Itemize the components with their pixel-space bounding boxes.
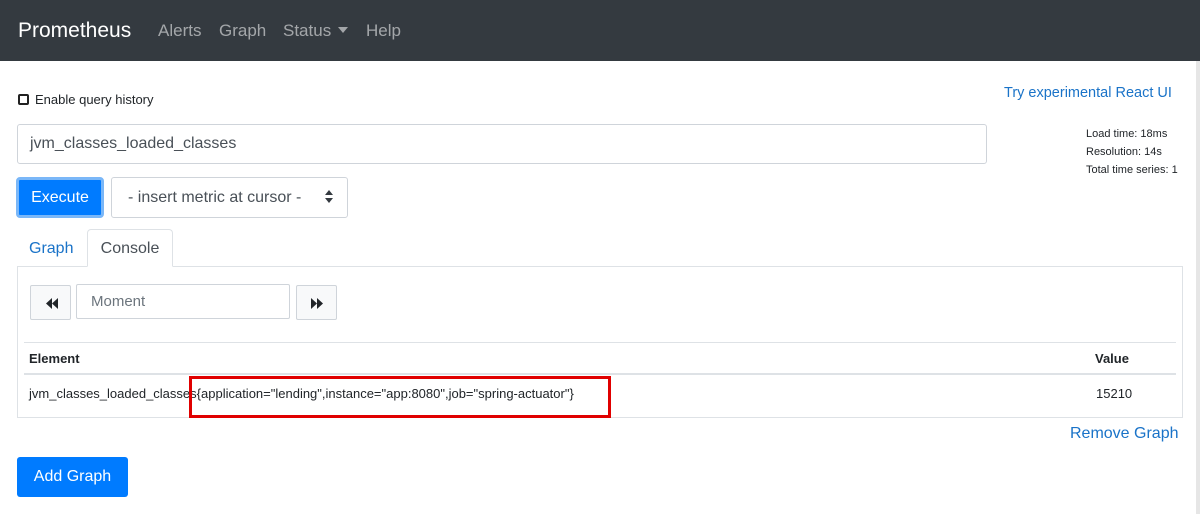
header-value: Value [1095, 351, 1129, 366]
add-graph-button[interactable]: Add Graph [17, 457, 128, 497]
react-ui-link[interactable]: Try experimental React UI [1004, 84, 1172, 102]
header-element: Element [29, 351, 80, 366]
load-time: Load time: 18ms [1086, 128, 1168, 140]
insert-metric-select[interactable]: - insert metric at cursor - [111, 177, 348, 218]
moment-input[interactable]: Moment [76, 284, 290, 319]
insert-metric-select-value: - insert metric at cursor - [128, 189, 302, 206]
query-stats: Load time: 18ms Resolution: 14s Total ti… [1086, 125, 1178, 179]
nav-alerts[interactable]: Alerts [158, 21, 201, 41]
moment-forward-button[interactable] [296, 285, 337, 320]
select-arrows-icon [324, 190, 334, 206]
expression-input[interactable]: jvm_classes_loaded_classes [17, 124, 987, 164]
highlight-box [189, 376, 611, 418]
tab-console[interactable]: Console [87, 229, 173, 267]
scrollbar[interactable] [1196, 61, 1200, 514]
nav-status-label: Status [283, 21, 332, 40]
navbar: Prometheus Alerts Graph Status Help [0, 0, 1200, 61]
moment-back-button[interactable] [30, 285, 71, 320]
query-history-label[interactable]: Enable query history [35, 92, 154, 108]
table-header-divider [24, 373, 1176, 375]
fast-forward-icon [311, 298, 323, 309]
execute-button[interactable]: Execute [16, 177, 104, 218]
fast-backward-icon [46, 298, 58, 309]
total-time-series: Total time series: 1 [1086, 164, 1178, 176]
row-value: 15210 [1096, 386, 1133, 401]
table-top-border [24, 342, 1176, 343]
nav-help[interactable]: Help [366, 21, 401, 41]
resolution: Resolution: 14s [1086, 146, 1162, 158]
remove-graph-link[interactable]: Remove Graph [1070, 424, 1179, 444]
brand-link[interactable]: Prometheus [18, 18, 131, 44]
nav-graph[interactable]: Graph [219, 21, 266, 41]
tab-graph[interactable]: Graph [29, 239, 73, 259]
caret-down-icon [338, 27, 349, 33]
row-metric-name: jvm_classes_loaded_classes [29, 386, 197, 401]
nav-status[interactable]: Status [283, 21, 349, 41]
query-history-checkbox[interactable] [18, 94, 29, 105]
